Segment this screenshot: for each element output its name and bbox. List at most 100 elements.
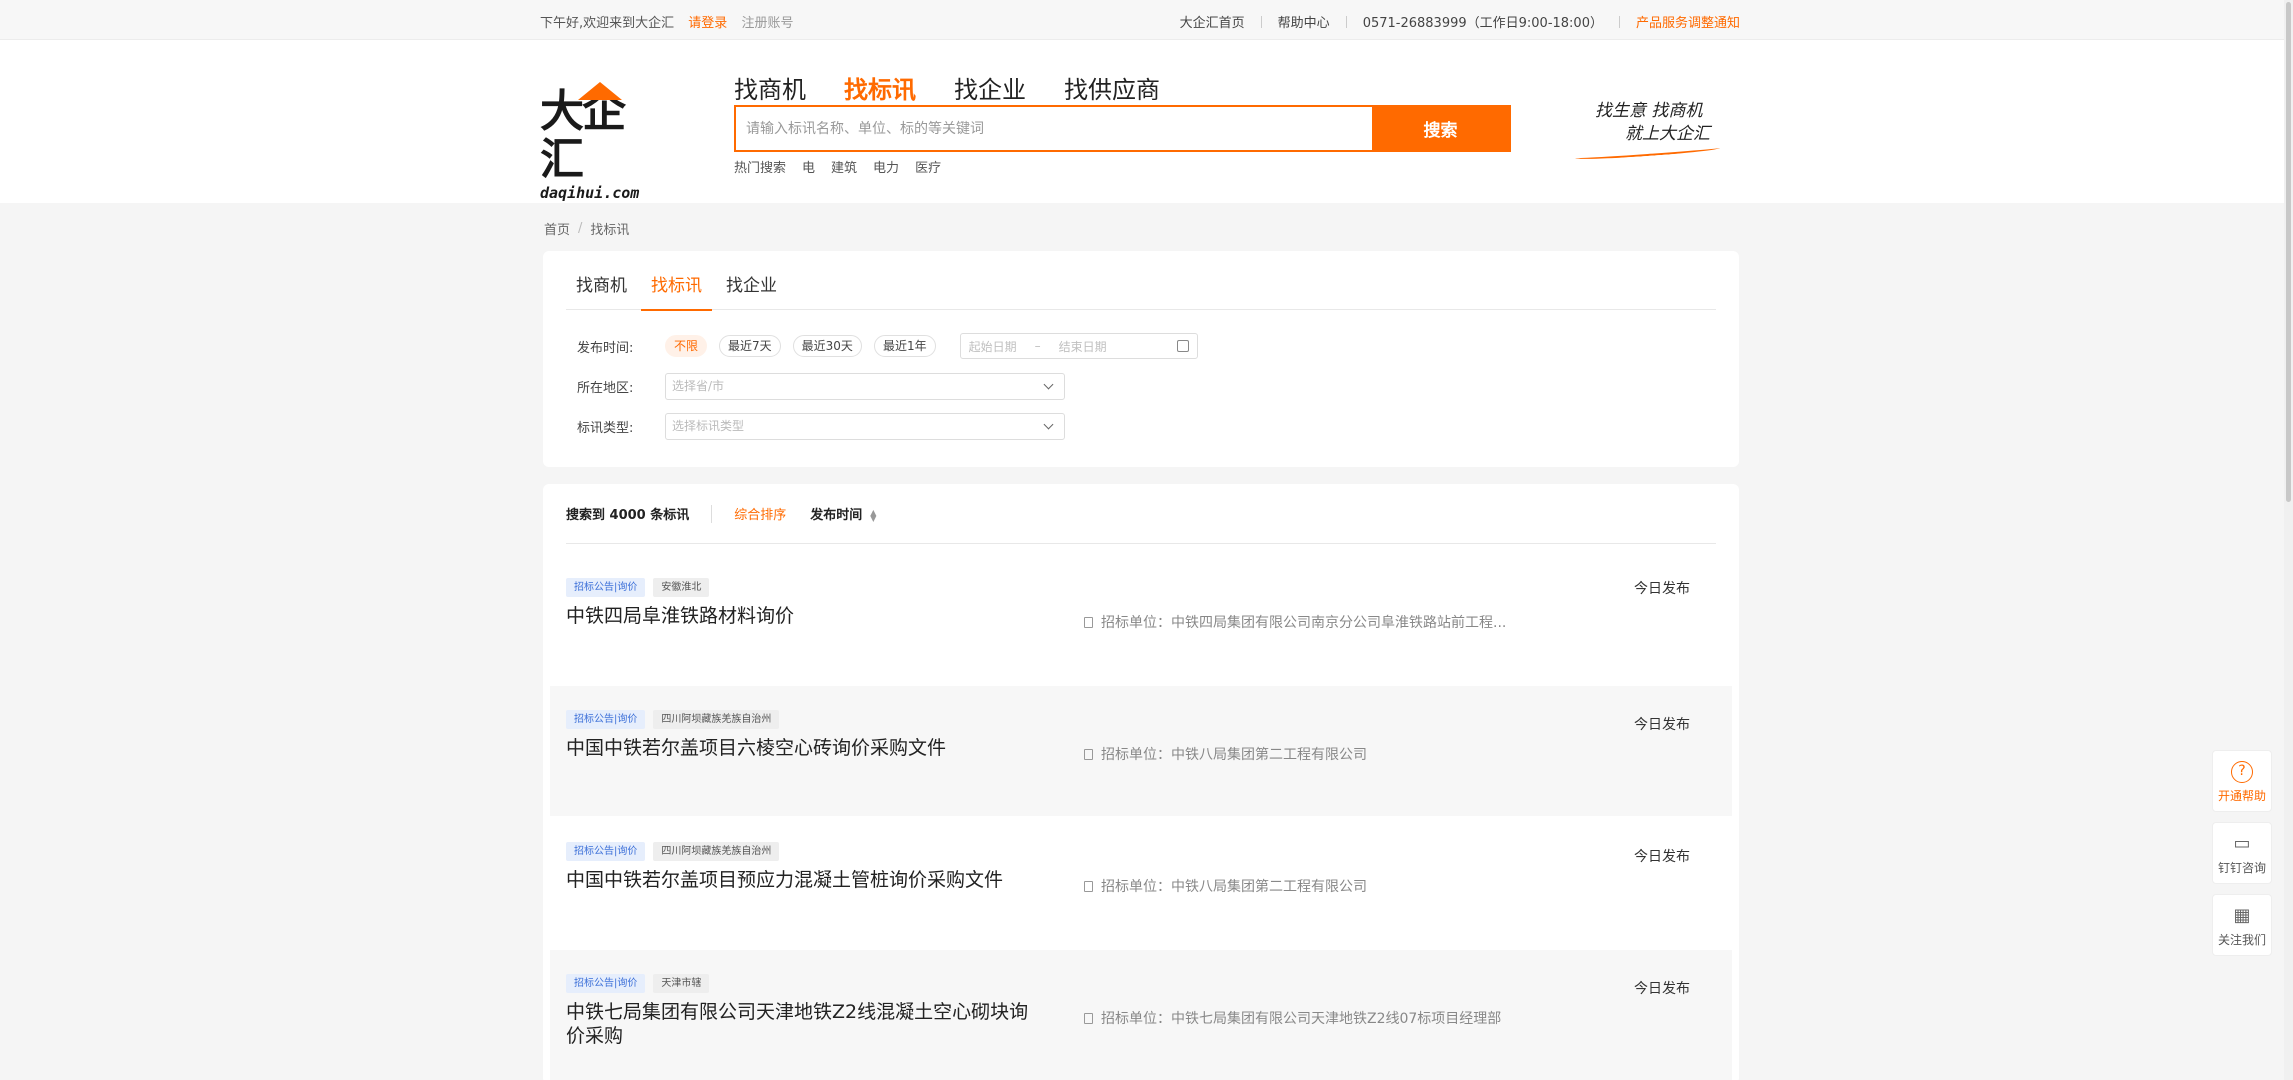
tab-companies[interactable]: 找企业 xyxy=(716,251,787,310)
open-help-label: 开通帮助 xyxy=(2217,789,2266,803)
document-icon xyxy=(1084,880,1093,892)
result-unit: 招标单位： 中铁四局集团有限公司南京分公司阜淮铁路站前工程... xyxy=(1084,612,1506,632)
region-select-placeholder: 选择省/市 xyxy=(672,379,725,393)
main-nav: 找商机 找标讯 找企业 找供应商 xyxy=(734,70,1198,116)
result-title[interactable]: 中国中铁若尔盖项目六棱空心砖询价采购文件 xyxy=(566,736,1036,760)
result-title[interactable]: 中铁七局集团有限公司天津地铁Z2线混凝土空心砌块询价采购 xyxy=(566,1000,1036,1048)
home-link[interactable]: 大企汇首页 xyxy=(1180,12,1245,31)
breadcrumb-separator: / xyxy=(578,221,583,236)
top-bar: 下午好,欢迎来到大企汇 请登录 注册账号 大企汇首页 帮助中心 0571-268… xyxy=(0,0,2293,40)
divider xyxy=(1260,15,1262,28)
result-unit: 招标单位： 中铁八局集团第二工程有限公司 xyxy=(1084,744,1367,764)
slogan: 找生意 找商机 就上大企汇 xyxy=(1574,100,1725,162)
unit-label: 招标单位： xyxy=(1101,747,1171,763)
breadcrumb-current: 找标讯 xyxy=(590,223,630,238)
document-icon xyxy=(1084,616,1093,628)
nav-tab-bids[interactable]: 找标讯 xyxy=(844,70,916,116)
region-tag: 安徽淮北 xyxy=(653,578,710,597)
region-tag: 四川阿坝藏族羌族自治州 xyxy=(653,842,780,861)
date-start-field[interactable]: 起始日期 xyxy=(969,338,1017,355)
unit-name: 中铁八局集团第二工程有限公司 xyxy=(1171,879,1367,895)
filter-label: 标讯类型: xyxy=(577,421,634,436)
slogan-line-2: 就上大企汇 xyxy=(1625,124,1710,144)
time-option-30d[interactable]: 最近30天 xyxy=(792,335,862,357)
tab-opportunity[interactable]: 找商机 xyxy=(566,251,637,310)
search-button[interactable]: 搜索 xyxy=(1372,107,1509,150)
unit-label: 招标单位： xyxy=(1101,615,1171,631)
filter-row-time: 发布时间: 不限 最近7天 最近30天 最近1年 起始日期 – 结束日期 xyxy=(577,333,1198,359)
region-tag: 天津市辖 xyxy=(653,974,710,993)
hot-search-label: 热门搜索 xyxy=(734,161,787,176)
logo-en: daqihui.com xyxy=(540,184,640,202)
unit-name: 中铁四局集团有限公司南京分公司阜淮铁路站前工程... xyxy=(1171,615,1507,631)
document-icon xyxy=(1084,1012,1093,1024)
site-header: 大企汇 daqihui.com 找商机 找标讯 找企业 找供应商 搜索 热门搜索… xyxy=(0,40,2293,203)
bid-type-select-placeholder: 选择标讯类型 xyxy=(672,419,745,433)
chevron-down-icon xyxy=(1043,419,1054,430)
bid-type-tag: 招标公告|询价 xyxy=(566,578,646,597)
publish-time: 今日发布 xyxy=(1634,581,1690,597)
document-icon xyxy=(1084,748,1093,760)
slogan-line-1: 找生意 找商机 xyxy=(1595,101,1703,121)
question-icon: ? xyxy=(2231,761,2253,783)
time-option-7d[interactable]: 最近7天 xyxy=(719,335,781,357)
date-range-picker[interactable]: 起始日期 – 结束日期 xyxy=(959,333,1198,359)
region-tag: 四川阿坝藏族羌族自治州 xyxy=(653,710,780,729)
nav-tab-suppliers[interactable]: 找供应商 xyxy=(1064,70,1160,110)
result-item[interactable]: 招标公告|询价 天津市辖 中铁七局集团有限公司天津地铁Z2线混凝土空心砌块询价采… xyxy=(550,950,1732,1080)
service-notice-link[interactable]: 产品服务调整通知 xyxy=(1636,12,1740,31)
result-item[interactable]: 招标公告|询价 四川阿坝藏族羌族自治州 中国中铁若尔盖项目六棱空心砖询价采购文件… xyxy=(550,686,1732,816)
result-item[interactable]: 招标公告|询价 四川阿坝藏族羌族自治州 中国中铁若尔盖项目预应力混凝土管桩询价采… xyxy=(550,818,1732,948)
hot-term[interactable]: 建筑 xyxy=(831,157,857,176)
bid-type-tag: 招标公告|询价 xyxy=(566,974,646,993)
page-scrollbar[interactable] xyxy=(2284,0,2293,1080)
nav-tab-companies[interactable]: 找企业 xyxy=(954,70,1026,110)
result-title[interactable]: 中铁四局阜淮铁路材料询价 xyxy=(566,604,1036,628)
hot-term[interactable]: 电 xyxy=(802,157,815,176)
result-title[interactable]: 中国中铁若尔盖项目预应力混凝土管桩询价采购文件 xyxy=(566,868,1036,892)
search-input[interactable] xyxy=(736,107,1372,150)
logo-cn: 大企汇 xyxy=(540,86,626,185)
nav-tab-opportunity[interactable]: 找商机 xyxy=(734,70,806,110)
publish-time: 今日发布 xyxy=(1634,849,1690,865)
greeting-text: 下午好,欢迎来到大企汇 xyxy=(540,16,675,31)
breadcrumb-home[interactable]: 首页 xyxy=(544,219,570,238)
calendar-icon[interactable] xyxy=(1176,340,1189,352)
time-option-any[interactable]: 不限 xyxy=(665,335,708,357)
hot-term[interactable]: 医疗 xyxy=(915,157,941,176)
dingtalk-consult-label: 钉钉咨询 xyxy=(2217,861,2266,875)
chevron-down-icon xyxy=(1043,379,1054,390)
register-link[interactable]: 注册账号 xyxy=(741,16,793,31)
logo-roof-icon xyxy=(578,82,622,100)
result-unit: 招标单位： 中铁七局集团有限公司天津地铁Z2线07标项目经理部 xyxy=(1084,1008,1501,1028)
region-select[interactable]: 选择省/市 xyxy=(665,373,1065,400)
filter-panel: 找商机 找标讯 找企业 发布时间: 不限 最近7天 最近30天 最近1年 起始日… xyxy=(543,251,1739,467)
results-panel: 搜索到 4000 条标讯 综合排序 发布时间 ▲ ▼ 招标公告|询价 安徽淮北 中铁… xyxy=(543,484,1739,1080)
open-help-button[interactable]: ? 开通帮助 xyxy=(2212,750,2272,812)
result-item[interactable]: 招标公告|询价 安徽淮北 中铁四局阜淮铁路材料询价 招标单位： 中铁四局集团有限… xyxy=(550,484,1732,631)
filter-tabs: 找商机 找标讯 找企业 xyxy=(566,251,1716,311)
publish-time: 今日发布 xyxy=(1634,981,1690,997)
time-option-1y[interactable]: 最近1年 xyxy=(873,335,936,357)
qrcode-icon: ▦ xyxy=(2233,905,2251,926)
follow-us-button[interactable]: ▦ 关注我们 xyxy=(2212,894,2272,956)
breadcrumb: 首页 / 找标讯 xyxy=(544,219,629,238)
bid-type-tag: 招标公告|询价 xyxy=(566,710,646,729)
bid-type-select[interactable]: 选择标讯类型 xyxy=(665,413,1065,440)
site-logo[interactable]: 大企汇 daqihui.com xyxy=(540,82,665,202)
scrollbar-thumb[interactable] xyxy=(2286,2,2291,502)
unit-label: 招标单位： xyxy=(1101,879,1171,895)
date-end-field[interactable]: 结束日期 xyxy=(1059,338,1107,355)
hot-search: 热门搜索 电 建筑 电力 医疗 xyxy=(734,157,957,176)
divider xyxy=(1618,15,1620,28)
hot-term[interactable]: 电力 xyxy=(873,157,899,176)
unit-name: 中铁八局集团第二工程有限公司 xyxy=(1171,747,1367,763)
tab-bids[interactable]: 找标讯 xyxy=(641,251,712,311)
slogan-brush-stroke xyxy=(1574,144,1721,162)
unit-name: 中铁七局集团有限公司天津地铁Z2线07标项目经理部 xyxy=(1171,1011,1502,1027)
login-link[interactable]: 请登录 xyxy=(688,16,727,31)
unit-label: 招标单位： xyxy=(1101,1011,1171,1027)
help-center-link[interactable]: 帮助中心 xyxy=(1278,12,1330,31)
dingtalk-consult-button[interactable]: ▭ 钉钉咨询 xyxy=(2212,822,2272,884)
publish-time: 今日发布 xyxy=(1634,717,1690,733)
